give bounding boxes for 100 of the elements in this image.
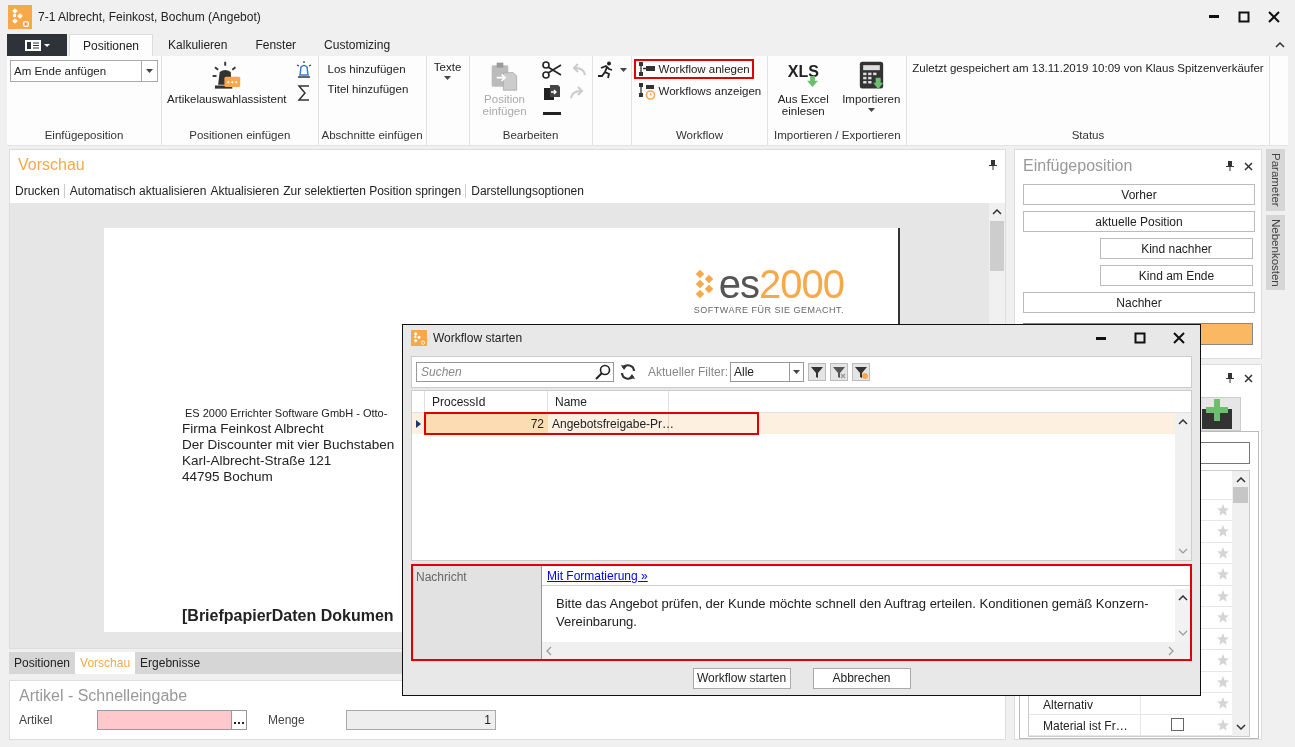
window-title: 7-1 Albrecht, Feinkost, Bochum (Angebot) xyxy=(38,9,261,24)
ribbon-button[interactable]: Artikelauswahlassistent xyxy=(165,60,289,106)
column-header[interactable]: Name xyxy=(548,391,669,412)
number-field[interactable]: 1 xyxy=(346,710,496,730)
scrollbar[interactable] xyxy=(1175,589,1190,642)
document-heading: [BriefpapierDaten Dokumen xyxy=(182,607,394,625)
position-button[interactable]: Vorher xyxy=(1023,184,1255,205)
filter-button[interactable] xyxy=(808,363,827,381)
close-button[interactable] xyxy=(1172,331,1186,345)
running-figure-icon xyxy=(596,61,615,79)
formatting-link[interactable]: Mit Formatierung » xyxy=(547,568,648,583)
pin-icon[interactable] xyxy=(989,159,997,170)
chevron-right-icon xyxy=(1168,645,1174,656)
pin-icon[interactable] xyxy=(1226,161,1234,171)
maximize-button[interactable] xyxy=(1133,331,1147,345)
toolbar-link[interactable]: Drucken xyxy=(13,184,65,198)
message-text[interactable]: Bitte das Angebot prüfen, der Kunde möchte schnell den Auftrag erteilen. Konditionen gemäß Konzern-Vereinbarung. xyxy=(542,589,1175,642)
field-label: Menge xyxy=(268,713,306,727)
flowchart-clock-icon xyxy=(637,82,656,100)
star-icon[interactable] xyxy=(1217,654,1229,667)
side-tab[interactable]: Nebenkosten xyxy=(1266,214,1285,291)
ribbon-tab[interactable]: Fenster xyxy=(242,34,310,56)
ribbon-button[interactable]: XLS Aus Excel einlesen xyxy=(771,60,836,118)
filter-button[interactable] xyxy=(852,363,871,381)
dialog-button[interactable]: Abbrechen xyxy=(812,667,911,689)
star-icon[interactable] xyxy=(1217,611,1229,624)
filter-icon xyxy=(810,365,825,379)
ribbon-tab[interactable]: Positionen xyxy=(69,34,154,56)
position-button[interactable]: Kind am Ende xyxy=(1100,265,1253,286)
panel-tab[interactable]: Positionen xyxy=(9,652,76,674)
ribbon-button[interactable]: Workflow anlegen xyxy=(634,60,753,78)
app-menu-button[interactable] xyxy=(7,34,67,56)
checkbox[interactable] xyxy=(1171,718,1184,732)
filter-button[interactable] xyxy=(830,363,849,381)
ribbon-button[interactable]: Titel hinzufügen xyxy=(321,81,415,97)
toolbar-button[interactable] xyxy=(540,60,563,80)
sender-line: ES 2000 Errichter Software GmbH - Otto- xyxy=(185,407,388,419)
caret-icon xyxy=(793,370,801,374)
ribbon-button[interactable]: Workflows anzeigen xyxy=(634,81,765,101)
pin-icon[interactable] xyxy=(1226,373,1234,383)
table-row[interactable]: 72 Angebotsfreigabe-Pr… xyxy=(412,413,1175,434)
panel-title: Artikel - Schnelleingabe xyxy=(19,687,189,705)
group-label: Einfügeposition xyxy=(44,128,124,141)
paste-icon xyxy=(542,83,561,101)
dropdown-field[interactable]: Am Ende anfügen xyxy=(10,60,158,82)
refresh-icon xyxy=(619,363,637,381)
logo-icon xyxy=(8,4,32,29)
group-label: Bearbeiten xyxy=(502,128,559,141)
status-text: Zuletzt gespeichert am 13.11.2019 10:09 von Klaus Spitzenverkäufer xyxy=(911,61,1265,76)
input-field[interactable] xyxy=(97,710,232,730)
toolbar-link[interactable]: Automatisch aktualisieren xyxy=(67,184,209,198)
ellipsis-button[interactable] xyxy=(232,710,247,730)
close-icon[interactable] xyxy=(1244,373,1253,383)
search-field[interactable]: Suchen xyxy=(416,362,614,382)
column-header[interactable]: ProcessId xyxy=(425,391,548,412)
toolbar-link[interactable]: Darstellungsoptionen xyxy=(469,184,586,198)
chevron-up-icon xyxy=(1275,42,1285,48)
scrollbar[interactable] xyxy=(1175,413,1191,560)
ribbon-button[interactable]: Texte xyxy=(429,60,466,81)
filter-remove-icon xyxy=(832,365,847,379)
field-label: Nachricht xyxy=(413,566,542,659)
toolbar-link[interactable]: Zur selektierten Position springen xyxy=(281,184,467,198)
close-icon[interactable] xyxy=(1244,161,1253,171)
star-icon[interactable] xyxy=(1217,632,1229,645)
star-icon[interactable] xyxy=(1217,718,1229,731)
position-button[interactable]: aktuelle Position xyxy=(1023,211,1255,232)
close-button[interactable] xyxy=(1267,9,1281,24)
scroll-thumb[interactable] xyxy=(990,221,1004,271)
ribbon-button[interactable]: Importieren xyxy=(839,60,904,113)
star-icon[interactable] xyxy=(1217,568,1229,581)
toolbar-button[interactable] xyxy=(595,60,628,80)
star-icon[interactable] xyxy=(1217,675,1229,688)
ellipsis-icon xyxy=(234,722,244,725)
star-icon[interactable] xyxy=(1217,503,1229,516)
star-icon[interactable] xyxy=(1217,589,1229,602)
panel-icon xyxy=(23,38,51,52)
scissors-icon xyxy=(541,60,562,79)
maximize-button[interactable] xyxy=(1237,9,1251,24)
side-tab[interactable]: Parameter xyxy=(1266,149,1285,211)
star-icon[interactable] xyxy=(1217,546,1229,559)
filter-dropdown[interactable]: Alle xyxy=(730,362,805,382)
dialog-title: Workflow starten xyxy=(433,331,523,345)
caret-icon xyxy=(146,69,153,73)
ribbon-button[interactable]: Los hinzufügen xyxy=(321,61,412,77)
scroll-thumb[interactable] xyxy=(1233,487,1248,503)
dialog-button[interactable]: Workflow starten xyxy=(692,667,791,689)
toolbar-link[interactable]: Aktualisieren xyxy=(208,184,282,198)
address-line: Firma Feinkost Albrecht xyxy=(182,421,325,437)
alarm-light-icon xyxy=(294,61,313,79)
star-icon[interactable] xyxy=(1217,697,1229,710)
position-button[interactable]: Kind nachher xyxy=(1100,238,1253,259)
ribbon-tab[interactable]: Customizing xyxy=(311,34,404,56)
position-button[interactable]: Nachher xyxy=(1023,292,1255,313)
refresh-button[interactable] xyxy=(618,362,638,382)
panel-tab[interactable]: Ergebnisse xyxy=(135,652,206,674)
panel-title: Einfügeposition xyxy=(1023,157,1133,175)
ribbon-tab[interactable]: Kalkulieren xyxy=(155,34,241,56)
star-icon[interactable] xyxy=(1217,525,1229,538)
scrollbar[interactable] xyxy=(1232,471,1249,736)
scrollbar[interactable] xyxy=(542,642,1190,659)
